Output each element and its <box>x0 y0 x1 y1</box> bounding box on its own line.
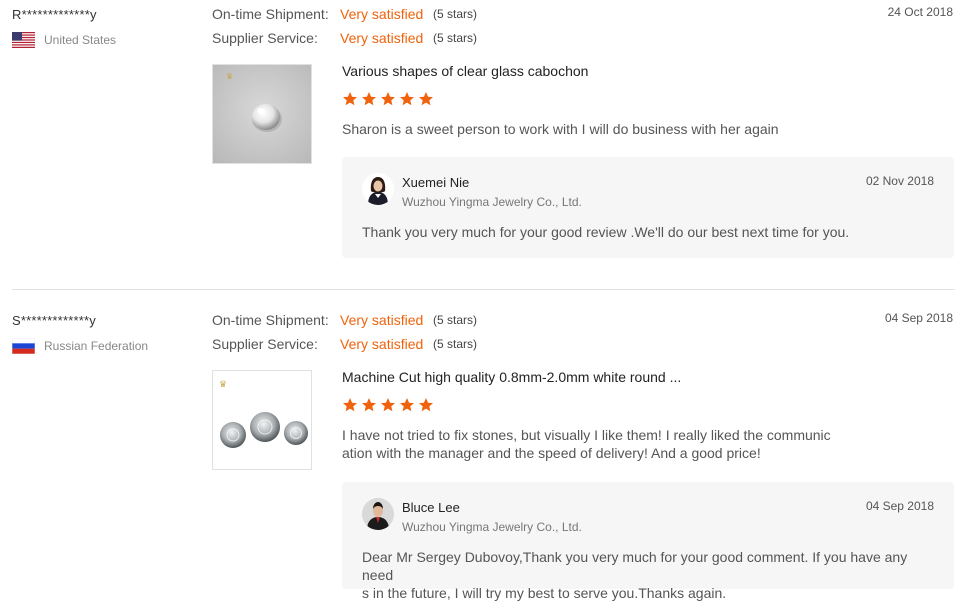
shipment-stars: (5 stars) <box>433 7 478 21</box>
star-icon <box>362 398 376 412</box>
buyer-country: United States <box>12 32 116 48</box>
buyer-country: Russian Federation <box>11 337 149 355</box>
star-icon <box>381 398 395 412</box>
star-icon <box>400 398 414 412</box>
service-stars: (5 stars) <box>433 31 478 45</box>
reply-text: Dear Mr Sergey Dubovoy,Thank you very mu… <box>362 549 908 601</box>
country-name: United States <box>44 33 117 47</box>
us-flag-icon <box>12 32 35 48</box>
seller-name: Bluce Lee <box>402 500 460 515</box>
product-thumbnail[interactable]: ♛ <box>212 64 312 164</box>
star-icon <box>419 92 433 106</box>
buyer-name: R*************y <box>12 7 97 22</box>
star-icon <box>381 92 395 106</box>
svg-text:♛: ♛ <box>219 380 227 390</box>
review-date: 04 Sep 2018 <box>884 311 953 325</box>
seller-reply: Xuemei Nie Wuzhou Yingma Jewelry Co., Lt… <box>342 157 954 258</box>
review-item: R*************y United States On-time Sh… <box>0 0 961 290</box>
service-rating: Supplier Service: Very satisfied (5 star… <box>212 335 477 353</box>
seller-name: Xuemei Nie <box>402 175 470 190</box>
service-label: Supplier Service: <box>212 30 318 46</box>
russia-flag-icon <box>11 337 36 355</box>
review-comment: I have not tried to fix stones, but visu… <box>342 427 831 461</box>
country-name: Russian Federation <box>44 339 149 353</box>
svg-text:♛: ♛ <box>226 72 233 81</box>
divider <box>12 289 955 290</box>
service-value: Very satisfied <box>340 30 424 46</box>
rating-stars <box>342 91 434 107</box>
service-stars: (5 stars) <box>433 337 478 351</box>
reply-date: 04 Sep 2018 <box>865 499 934 513</box>
reply-text: Thank you very much for your good review… <box>362 224 850 240</box>
rating-stars <box>342 397 434 413</box>
service-value: Very satisfied <box>340 336 424 352</box>
shipment-rating: On-time Shipment: Very satisfied (5 star… <box>212 5 477 23</box>
shipment-label: On-time Shipment: <box>212 312 329 328</box>
shipment-label: On-time Shipment: <box>212 6 329 22</box>
service-label: Supplier Service: <box>212 336 318 352</box>
star-icon <box>362 92 376 106</box>
company-name: Wuzhou Yingma Jewelry Co., Ltd. <box>402 520 582 534</box>
buyer-name: S*************y <box>12 313 96 328</box>
star-icon <box>419 398 433 412</box>
company-name: Wuzhou Yingma Jewelry Co., Ltd. <box>402 195 582 209</box>
review-date: 24 Oct 2018 <box>887 5 953 19</box>
product-thumbnail[interactable]: ♛ <box>212 370 312 470</box>
shipment-stars: (5 stars) <box>433 313 478 327</box>
service-rating: Supplier Service: Very satisfied (5 star… <box>212 29 477 47</box>
review-item: S*************y Russian Federation On-ti… <box>0 306 961 601</box>
product-title-link[interactable]: Machine Cut high quality 0.8mm-2.0mm whi… <box>342 369 681 385</box>
reply-date: 02 Nov 2018 <box>865 174 934 188</box>
product-title-link[interactable]: Various shapes of clear glass cabochon <box>342 63 588 79</box>
seller-reply: Bluce Lee Wuzhou Yingma Jewelry Co., Ltd… <box>342 482 954 601</box>
star-icon <box>343 398 357 412</box>
avatar <box>362 173 394 205</box>
star-icon <box>343 92 357 106</box>
star-icon <box>400 92 414 106</box>
shipment-value: Very satisfied <box>340 6 424 22</box>
avatar <box>362 498 394 530</box>
shipment-value: Very satisfied <box>340 312 424 328</box>
review-comment: Sharon is a sweet person to work with I … <box>342 121 779 137</box>
shipment-rating: On-time Shipment: Very satisfied (5 star… <box>212 311 477 329</box>
